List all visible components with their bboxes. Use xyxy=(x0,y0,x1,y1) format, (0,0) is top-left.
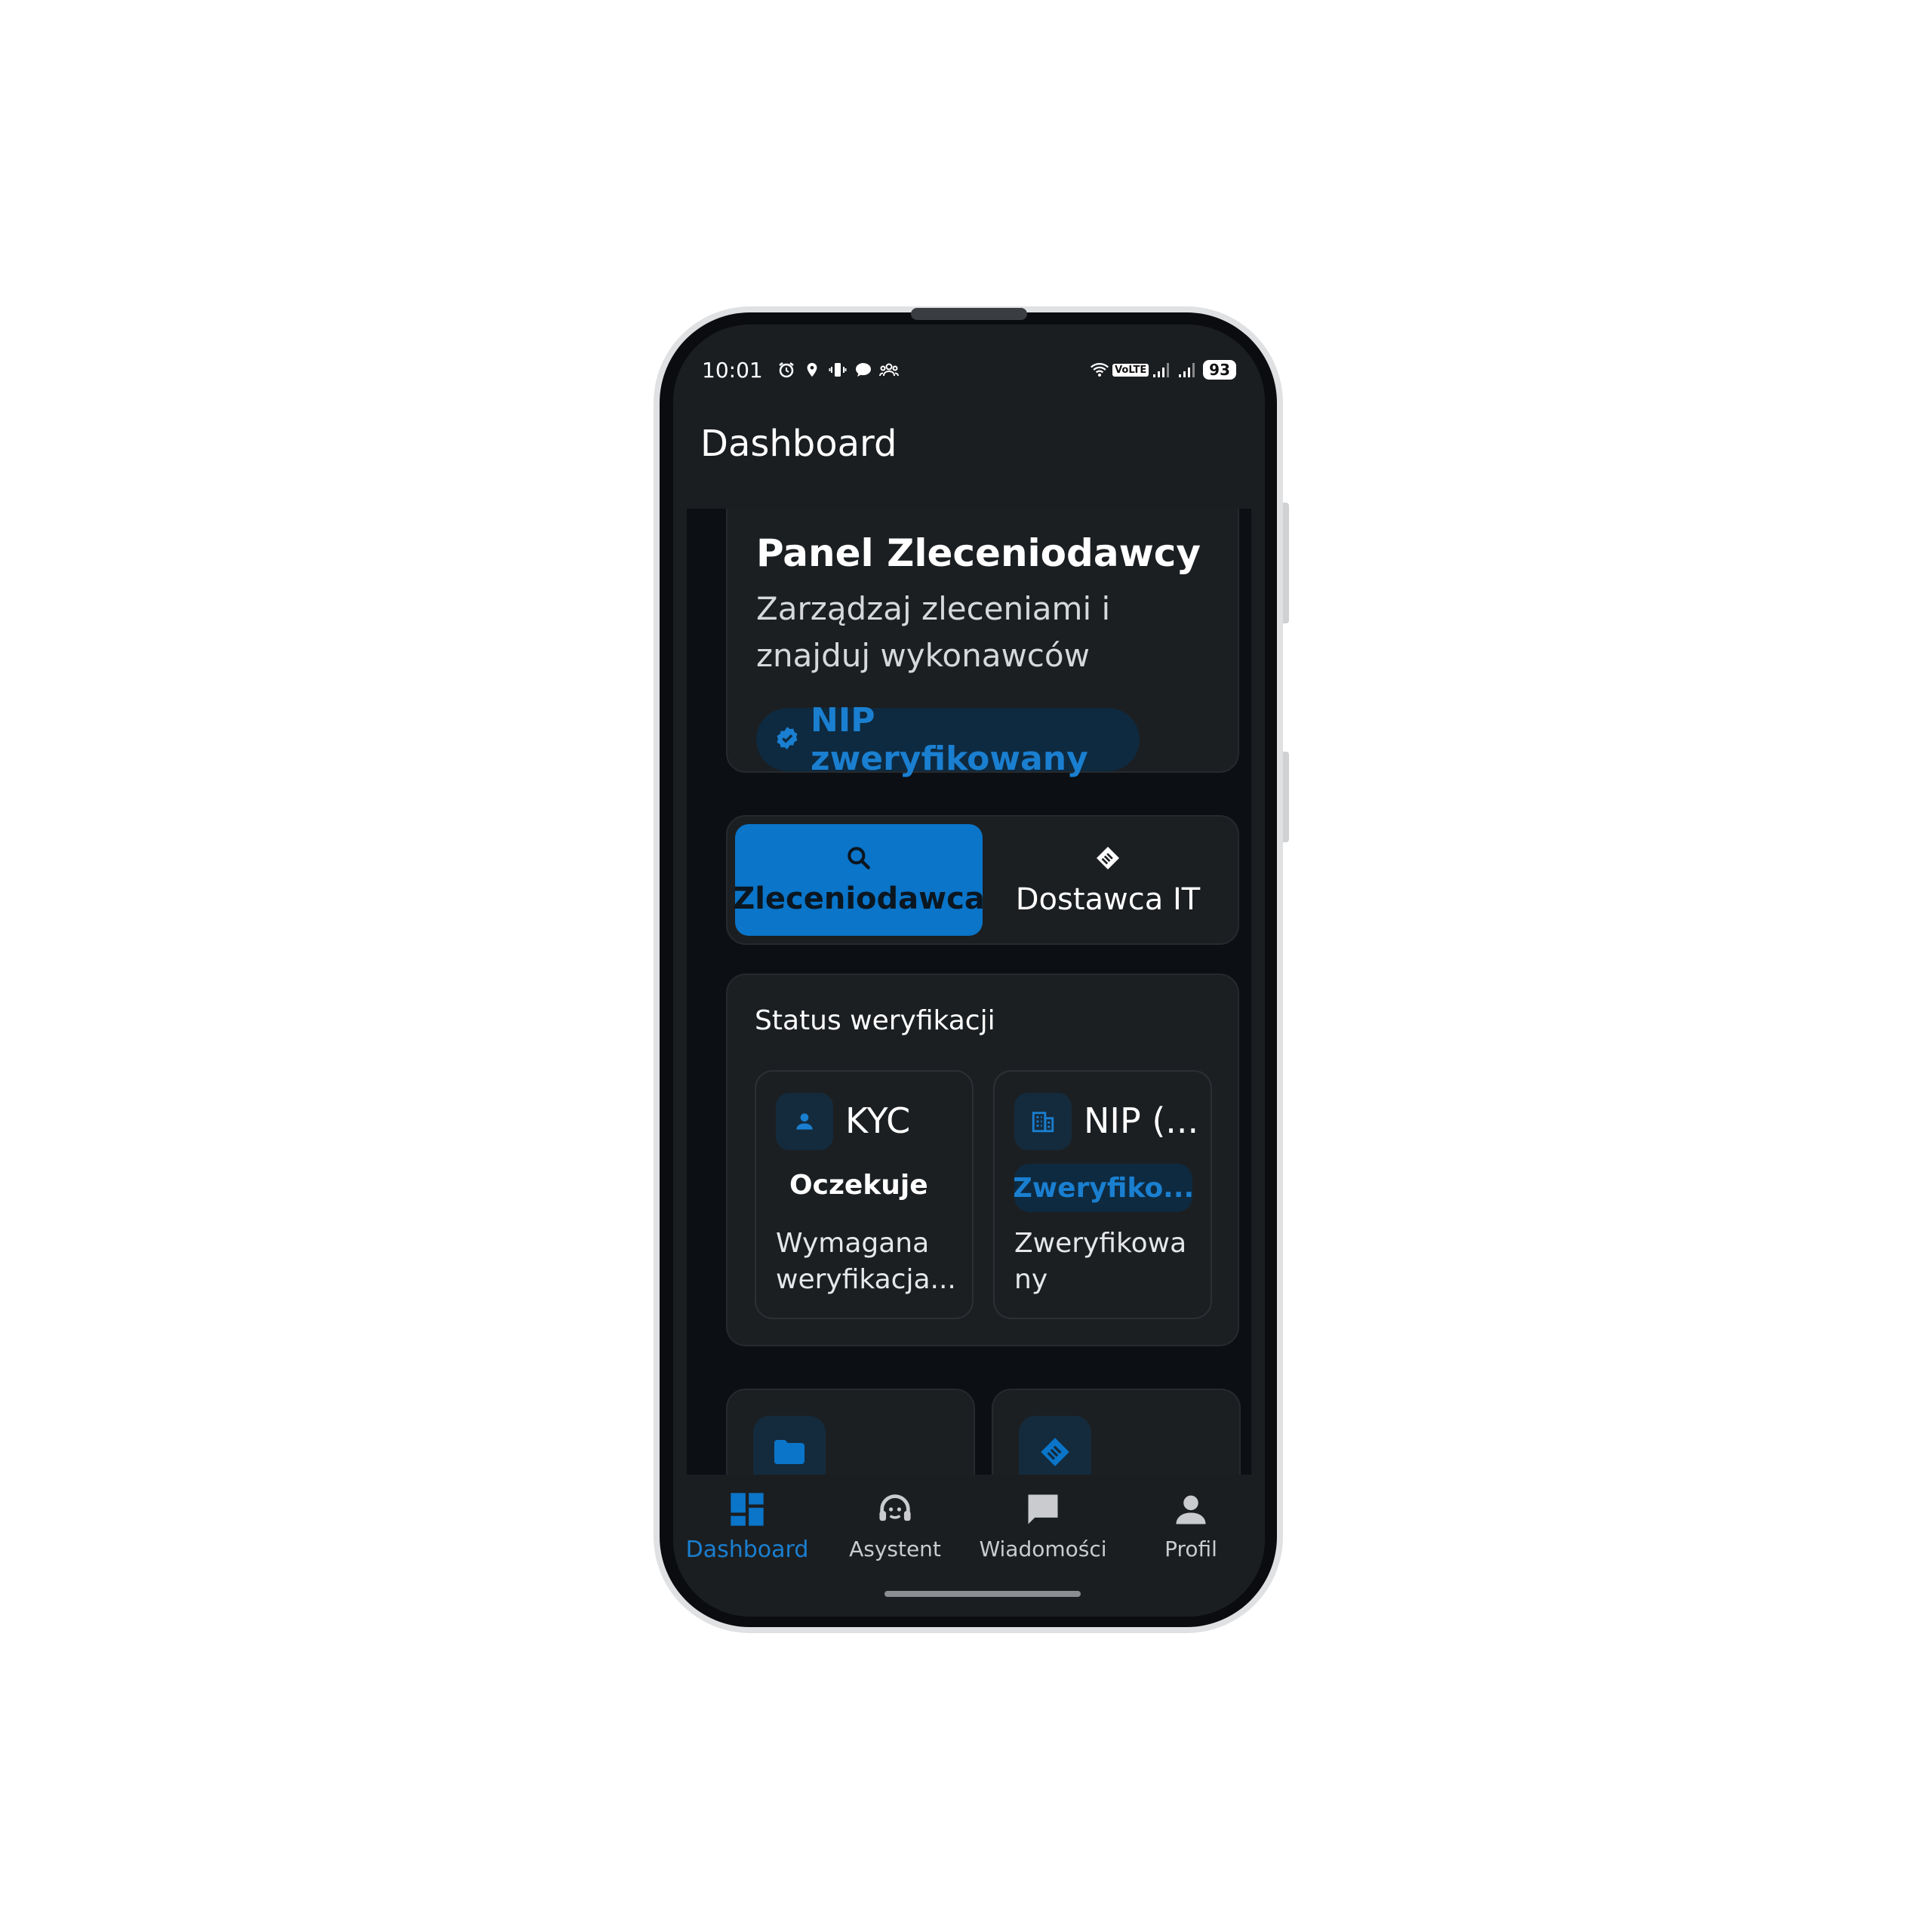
screen: 10:01 VoLTE 93 Dashboard Panel Zleceniod… xyxy=(673,325,1265,1617)
chat-icon xyxy=(1023,1490,1063,1532)
person-icon xyxy=(1171,1490,1211,1532)
volume-button xyxy=(1283,503,1289,623)
building-icon xyxy=(1014,1093,1072,1150)
vibrate-icon xyxy=(828,360,848,380)
assistant-icon xyxy=(875,1490,915,1532)
kyc-status-card[interactable]: KYC Oczekuje Wymagana weryfikacja... xyxy=(755,1070,974,1319)
folder-icon xyxy=(753,1416,826,1475)
role-option-client[interactable]: Zleceniodawca xyxy=(733,824,985,936)
location-icon xyxy=(802,360,822,380)
group-icon xyxy=(878,360,899,380)
contracts-tile[interactable] xyxy=(992,1389,1241,1475)
verified-check-icon xyxy=(774,725,800,754)
signal-icon xyxy=(1177,360,1197,380)
nav-label: Profil xyxy=(1164,1537,1217,1561)
nav-messages[interactable]: Wiadomości xyxy=(969,1490,1117,1561)
nav-profile[interactable]: Profil xyxy=(1117,1490,1265,1561)
battery-level: 93 xyxy=(1203,360,1236,380)
verification-name: NIP (... xyxy=(1084,1100,1199,1141)
nav-dashboard[interactable]: Dashboard xyxy=(673,1490,821,1563)
volte-icon: VoLTE xyxy=(1112,360,1149,380)
chat-bubble-icon xyxy=(854,360,873,380)
nav-label: Asystent xyxy=(849,1537,941,1561)
role-switch: Zleceniodawca Dostawca IT xyxy=(726,815,1239,945)
nip-verified-text: NIP zweryfikowany xyxy=(811,701,1088,778)
dashboard-content[interactable]: Panel Zleceniodawcy Zarządzaj zleceniami… xyxy=(687,509,1251,1475)
nav-assistant[interactable]: Asystent xyxy=(821,1490,969,1561)
status-bar: 10:01 VoLTE 93 xyxy=(702,347,1236,392)
alarm-icon xyxy=(777,360,796,380)
projects-tile[interactable] xyxy=(726,1389,975,1475)
client-panel-card: Panel Zleceniodawcy Zarządzaj zleceniami… xyxy=(726,509,1239,778)
page-title: Dashboard xyxy=(700,423,897,465)
wifi-icon xyxy=(1090,360,1109,380)
bottom-navigation: Dashboard Asystent Wiadomości Profil xyxy=(673,1475,1265,1617)
power-button xyxy=(1283,752,1289,842)
verification-description: Wymagana weryfikacja... xyxy=(776,1228,956,1295)
verification-status-card: Status weryfikacji KYC Oczekuje Wymagana… xyxy=(726,974,1239,1346)
panel-title: Panel Zleceniodawcy xyxy=(756,531,1201,575)
search-icon xyxy=(844,844,873,875)
earpiece-speaker xyxy=(911,308,1027,320)
role-option-label: Dostawca IT xyxy=(1015,882,1201,917)
verification-title: Status weryfikacji xyxy=(755,1005,995,1036)
handshake-icon xyxy=(1019,1416,1091,1475)
nav-label: Wiadomości xyxy=(979,1537,1107,1561)
panel-subtitle: Zarządzaj zleceniami i znajduj wykonawcó… xyxy=(756,590,1111,674)
home-indicator[interactable] xyxy=(884,1591,1081,1597)
person-icon xyxy=(776,1093,833,1150)
role-option-it-provider[interactable]: Dostawca IT xyxy=(984,824,1232,936)
volte-label: VoLTE xyxy=(1112,363,1149,377)
verification-name: KYC xyxy=(845,1100,911,1141)
status-time: 10:01 xyxy=(702,357,763,383)
verification-status: Oczekuje xyxy=(789,1170,928,1201)
signal-icon xyxy=(1152,360,1171,380)
nip-status-card[interactable]: NIP (... Zweryfiko... Zweryfikowa ny xyxy=(993,1070,1212,1319)
nav-label: Dashboard xyxy=(685,1537,809,1563)
handshake-icon xyxy=(1093,843,1123,876)
role-option-label: Zleceniodawca xyxy=(733,881,985,916)
dashboard-icon xyxy=(728,1490,767,1532)
verification-status-chip: Zweryfiko... xyxy=(1014,1164,1192,1212)
nip-verified-badge: NIP zweryfikowany xyxy=(756,701,1140,778)
verification-description: Zweryfikowa ny xyxy=(1014,1228,1187,1295)
